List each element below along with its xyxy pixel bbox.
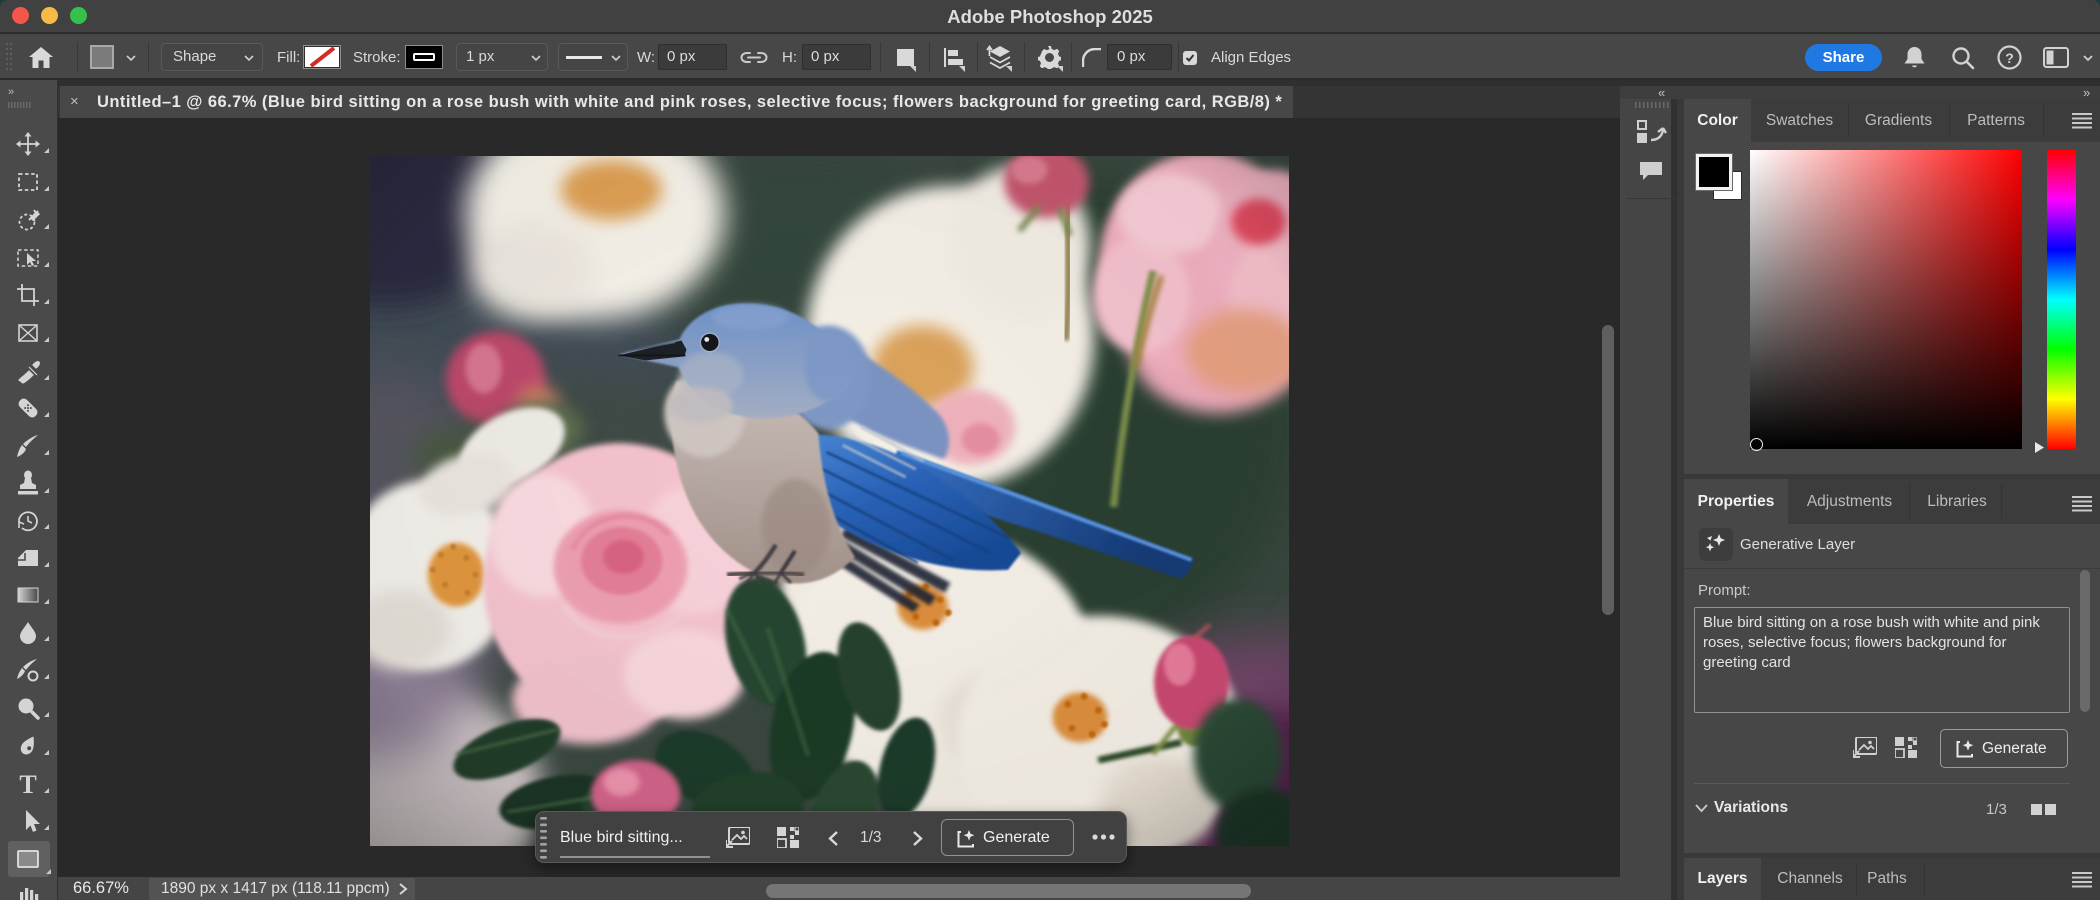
svg-text:»: » bbox=[8, 86, 14, 98]
svg-text:T: T bbox=[19, 770, 36, 799]
svg-text:?: ? bbox=[2005, 50, 2014, 66]
